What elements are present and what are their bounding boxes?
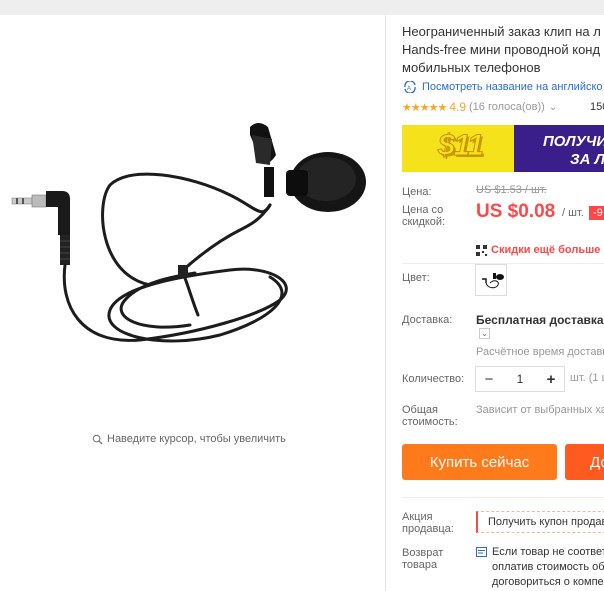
app-discount-link[interactable]: Скидки ещё больше в п [476,244,604,256]
panel-divider [385,15,386,591]
return-label-line: Возврат [402,547,444,559]
audio-jack [11,191,70,265]
chevron-down-icon[interactable]: ⌄ [479,328,490,339]
magnifier-icon [92,434,103,445]
qr-code-icon [476,244,487,256]
orders-count: 150 [590,101,604,113]
promo-banner[interactable]: $11 ПОЛУЧИ ЗА Л [402,125,604,172]
rating-stars: ★★★★★ [402,101,447,114]
rating-row: ★★★★★ 4.9 (16 голоса(ов)) ⌄ 150 [402,100,604,114]
color-option-thumbnail[interactable] [475,264,507,296]
divider [402,497,604,498]
seller-promo-label: Акция продавца: [402,511,454,535]
zoom-hint-text: Наведите курсор, чтобы увеличить [107,433,286,445]
add-to-cart-button[interactable]: До [565,444,604,480]
price-label: Цена: [402,186,432,198]
zoom-hint: Наведите курсор, чтобы увеличить [92,433,286,445]
original-price: US $1.53 / шт. [476,184,547,196]
title-line: Неограниченный заказ клип на л [402,24,601,39]
microphone-foam [286,152,366,212]
discount-price-label: Цена со скидкой: [402,204,445,228]
app-discount-text[interactable]: Скидки ещё больше в п [491,244,604,256]
cable-splitter [178,265,188,277]
return-policy-icon [476,547,487,557]
buy-now-button[interactable]: Купить сейчас [402,444,557,480]
increase-quantity-button[interactable]: + [544,371,558,388]
discount-label-line: скидкой: [402,216,446,228]
lapel-clip [250,123,276,197]
total-label-line: Общая [402,404,438,416]
quantity-unit: шт. (1 ш [570,372,604,384]
total-cost-value: Зависит от выбранных ха [476,404,604,416]
translate-title-link[interactable]: A Посмотреть название на английско [402,81,603,93]
product-gallery[interactable]: Наведите курсор, чтобы увеличить [0,15,385,591]
return-label-line: товара [402,559,438,571]
product-image[interactable] [0,15,385,405]
product-title: Неограниченный заказ клип на л Hands-fre… [402,23,604,77]
get-coupon-button[interactable]: Получить купон продав [476,511,604,533]
chevron-down-icon[interactable]: ⌄ [549,102,557,113]
translate-icon: A [404,81,416,93]
total-cost-label: Общая стоимость: [402,404,458,428]
quantity-stepper[interactable]: − 1 + [475,366,565,392]
return-policy-text: оплатив стоимость об [492,561,604,573]
discount-label-line: Цена со [402,204,444,216]
svg-text:A: A [407,86,411,92]
banner-text-line: ЗА Л [570,151,604,168]
banner-text-line: ПОЛУЧИ [543,133,604,150]
rating-value: 4.9 [449,100,466,114]
product-info: Неограниченный заказ клип на л Hands-fre… [402,15,604,591]
title-line: Hands-free мини проводной конд [402,42,601,57]
color-label: Цвет: [402,272,430,284]
return-policy-text: договориться о компе [492,576,604,588]
shipping-method: Бесплатная доставка в R [476,313,604,327]
decrease-quantity-button[interactable]: − [482,371,496,388]
discount-price: US $0.08 [476,201,556,222]
discount-badge: -9 [589,206,604,220]
price-unit: / шт. [562,207,584,219]
return-label: Возврат товара [402,547,443,571]
top-bar [0,0,604,15]
promo-label-line: Акция [402,511,433,523]
votes-link[interactable]: (16 голоса(ов)) [469,101,545,113]
title-line: мобильных телефонов [402,60,541,75]
promo-label-line: продавца: [402,523,454,535]
shipping-label: Доставка: [402,314,453,326]
shipping-estimate: Расчётное время доставк [476,346,604,358]
quantity-input[interactable]: 1 [517,372,524,386]
return-policy-text: Если товар не соответс [492,546,604,558]
translate-text[interactable]: Посмотреть название на английско [422,81,603,93]
banner-amount: $11 [438,129,485,163]
color-thumbnail-image [482,273,504,289]
quantity-label: Количество: [402,373,465,385]
cable [62,172,288,343]
total-label-line: стоимость: [402,416,458,428]
